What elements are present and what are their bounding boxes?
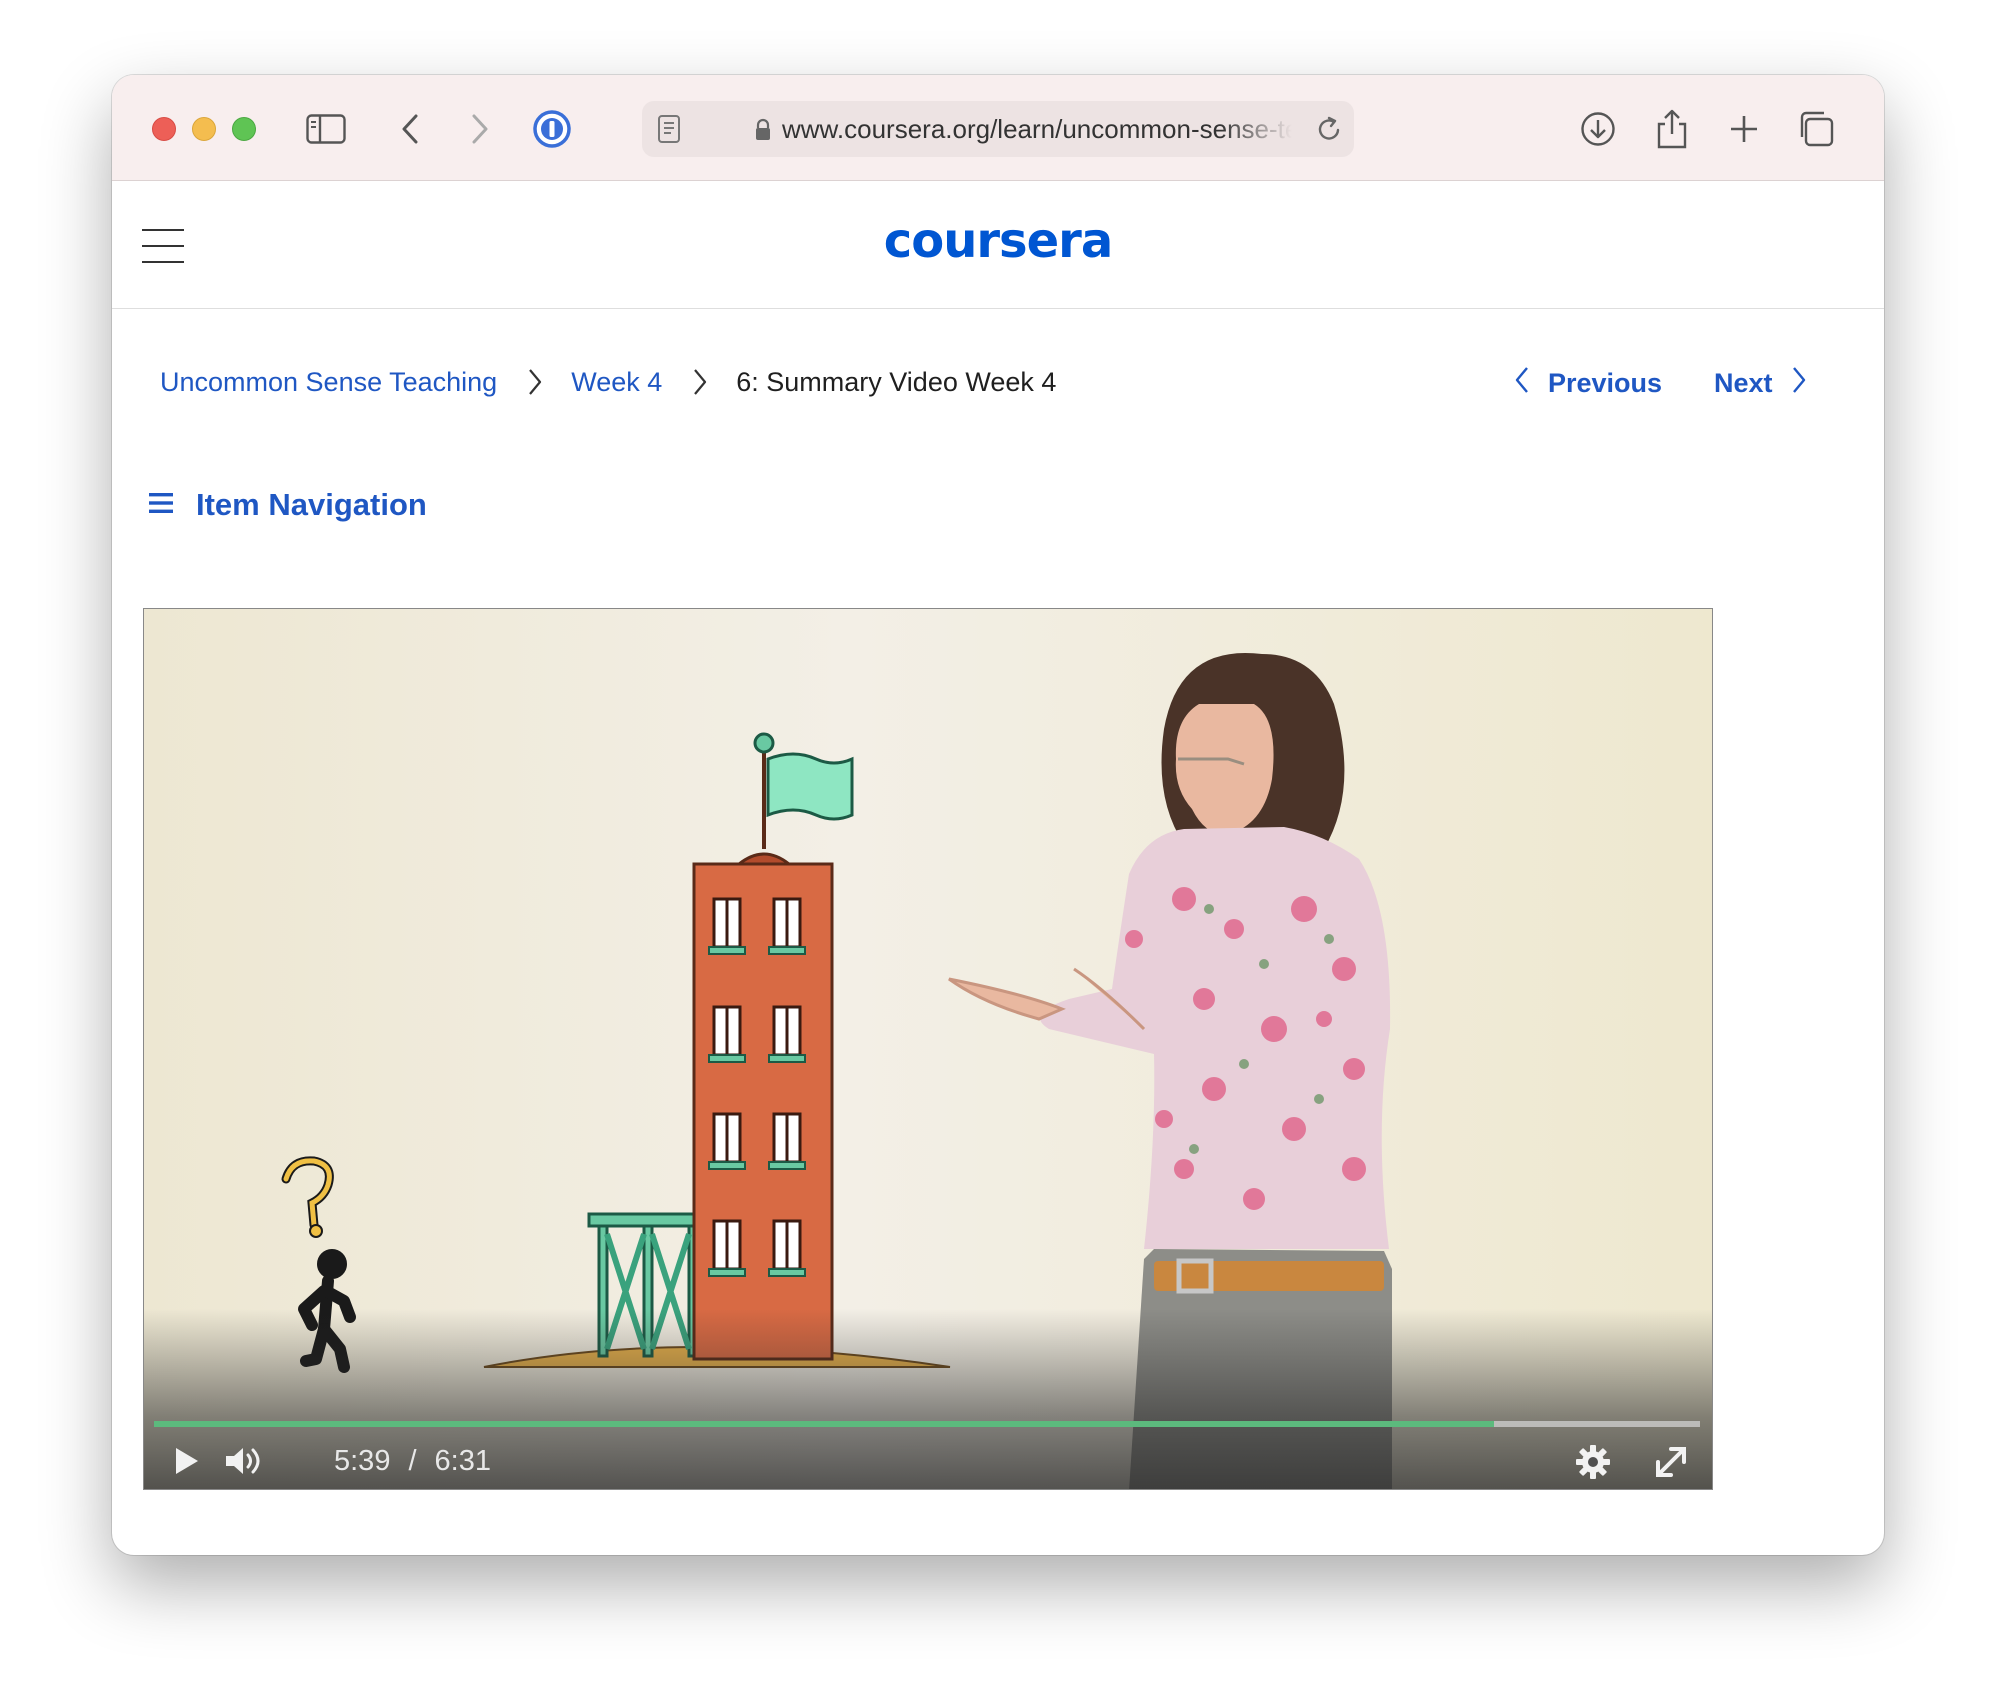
browser-window: www.coursera.org/learn/uncommon-sense-te… — [112, 75, 1884, 1555]
previous-label: Previous — [1548, 368, 1663, 398]
next-button[interactable]: Next — [1714, 365, 1807, 402]
back-icon[interactable] — [388, 107, 432, 151]
progress-bar[interactable] — [154, 1421, 1700, 1427]
chevron-right-icon — [692, 367, 708, 397]
reader-icon[interactable] — [656, 113, 682, 150]
reload-icon[interactable] — [1314, 113, 1344, 150]
duration: 6:31 — [434, 1444, 491, 1477]
settings-icon[interactable] — [1570, 1439, 1616, 1485]
time-separator: / — [408, 1444, 417, 1477]
chevron-left-icon — [1514, 365, 1530, 402]
tabs-overview-icon[interactable] — [1794, 107, 1838, 151]
close-window-button[interactable] — [152, 117, 176, 141]
lock-icon — [754, 118, 772, 147]
play-icon[interactable] — [164, 1439, 208, 1483]
breadcrumb-week-link[interactable]: Week 4 — [571, 367, 662, 398]
url-text[interactable]: www.coursera.org/learn/uncommon-sense-te… — [782, 114, 1292, 146]
minimize-window-button[interactable] — [192, 117, 216, 141]
list-icon — [148, 491, 174, 520]
sidebar-icon[interactable] — [304, 107, 348, 151]
breadcrumb: Uncommon Sense Teaching Week 4 6: Summar… — [160, 362, 1056, 402]
password-manager-icon[interactable] — [530, 107, 574, 151]
download-icon[interactable] — [1576, 107, 1620, 151]
coursera-logo[interactable]: coursera — [112, 213, 1884, 269]
volume-icon[interactable] — [216, 1439, 272, 1483]
share-icon[interactable] — [1650, 107, 1694, 151]
breadcrumb-current-item: 6: Summary Video Week 4 — [736, 366, 1057, 397]
breadcrumb-course-link[interactable]: Uncommon Sense Teaching — [160, 367, 497, 398]
item-navigation-label: Item Navigation — [196, 487, 427, 522]
previous-button[interactable]: Previous — [1514, 365, 1662, 402]
chevron-right-icon — [527, 367, 543, 397]
item-navigation-toggle[interactable]: Item Navigation — [148, 487, 427, 523]
site-header: coursera — [112, 181, 1884, 309]
current-time: 5:39 — [334, 1444, 391, 1477]
time-display: 5:39 / 6:31 — [334, 1439, 491, 1483]
progress-fill — [154, 1421, 1495, 1427]
new-tab-icon[interactable] — [1722, 107, 1766, 151]
address-bar[interactable]: www.coursera.org/learn/uncommon-sense-te… — [642, 101, 1354, 157]
zoom-window-button[interactable] — [232, 117, 256, 141]
video-player[interactable]: 5:39 / 6:31 — [143, 608, 1713, 1490]
fullscreen-icon[interactable] — [1648, 1439, 1694, 1485]
browser-toolbar: www.coursera.org/learn/uncommon-sense-te… — [112, 75, 1884, 181]
next-label: Next — [1714, 368, 1773, 398]
chevron-right-icon — [1791, 365, 1807, 402]
forward-icon[interactable] — [458, 107, 502, 151]
